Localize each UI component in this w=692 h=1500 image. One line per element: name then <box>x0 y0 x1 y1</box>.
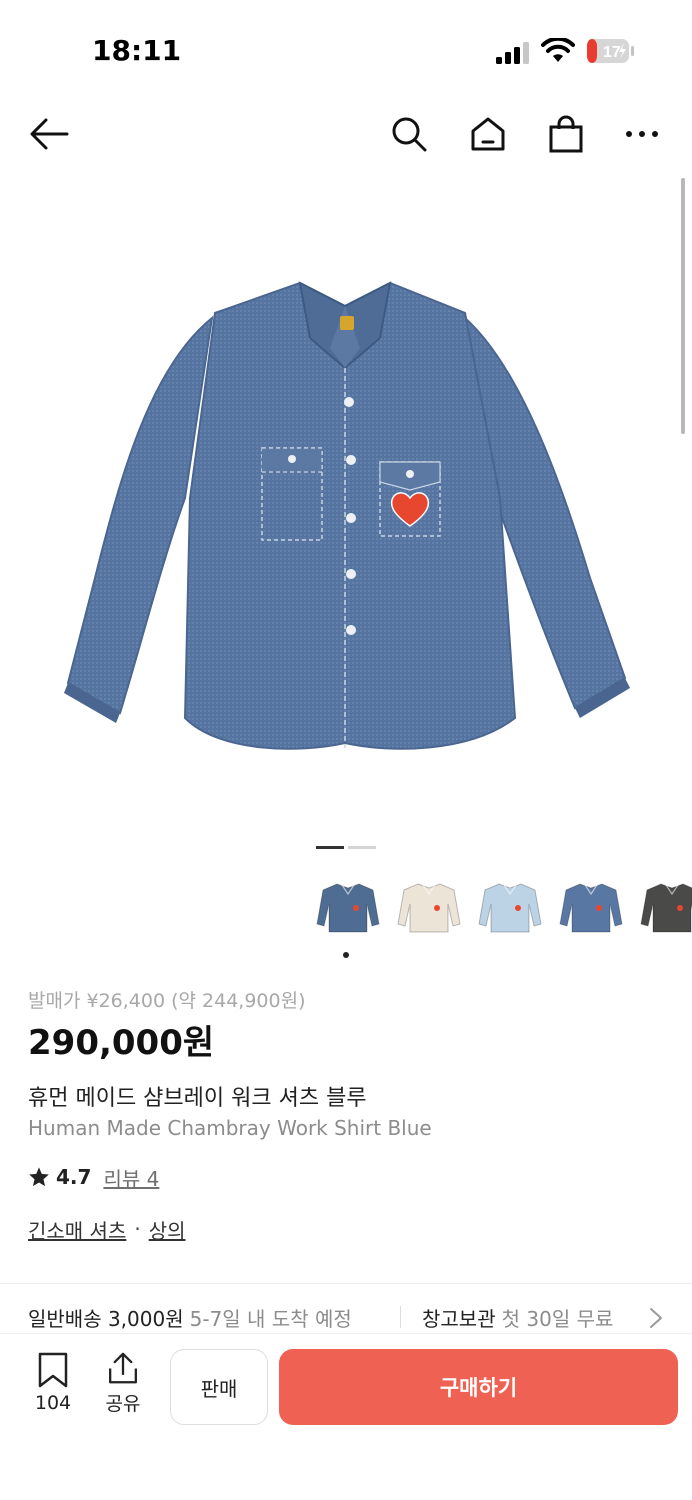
battery-icon: 17 <box>587 39 634 63</box>
release-price: 발매가 ¥26,400 (약 244,900원) <box>28 990 306 1012</box>
search-icon[interactable] <box>387 112 431 156</box>
category-separator: · <box>134 1217 141 1241</box>
more-icon[interactable] <box>620 112 664 156</box>
status-bar: 18:11 17 <box>0 0 692 100</box>
product-image <box>64 281 630 750</box>
shopping-bag-icon[interactable] <box>544 112 588 156</box>
bookmark-count: 104 <box>34 1392 72 1414</box>
shipping-label: 일반배송 3,000원 <box>28 1307 184 1331</box>
shipping-time: 5-7일 내 도착 예정 <box>189 1307 352 1331</box>
thumb-blue-chambray[interactable] <box>310 872 385 944</box>
storage-sub: 첫 30일 무료 <box>501 1307 614 1331</box>
sell-button[interactable]: 판매 <box>170 1349 268 1425</box>
chevron-right-icon[interactable] <box>648 1307 664 1329</box>
pager-dot <box>348 846 376 849</box>
variant-thumbnails <box>310 872 692 944</box>
wifi-icon <box>541 38 575 62</box>
category-row: 긴소매 셔츠 · 상의 <box>28 1214 186 1244</box>
storage-label: 창고보관 <box>422 1307 496 1331</box>
product-name-en: Human Made Chambray Work Shirt Blue <box>28 1116 432 1140</box>
battery-level: 17 <box>603 44 621 61</box>
status-time: 18:11 <box>92 34 182 67</box>
rating-value: 4.7 <box>56 1165 92 1189</box>
thumb-charcoal[interactable] <box>634 872 692 944</box>
bookmark-button[interactable]: 104 <box>23 1352 83 1416</box>
current-price: 290,000원 <box>28 1023 215 1063</box>
review-link[interactable]: 리뷰 4 <box>103 1163 159 1192</box>
shipping-row: 일반배송 3,000원 5-7일 내 도착 예정 창고보관 첫 30일 무료 <box>28 1303 692 1333</box>
share-button[interactable]: 공유 <box>93 1352 153 1416</box>
bookmark-icon <box>38 1352 68 1388</box>
shirt-thumbnail-icon <box>477 883 542 933</box>
shirt-thumbnail-icon <box>558 883 623 933</box>
share-label: 공유 <box>105 1393 141 1415</box>
home-icon[interactable] <box>466 112 510 156</box>
product-image-gallery[interactable] <box>0 178 692 868</box>
shirt-thumbnail-icon <box>315 883 380 933</box>
thumb-light-blue[interactable] <box>472 872 547 944</box>
top-nav-bar <box>0 100 692 166</box>
star-icon <box>29 1167 49 1187</box>
section-divider <box>0 1283 692 1284</box>
category-link-long-sleeve-shirt[interactable]: 긴소매 셔츠 <box>28 1215 126 1244</box>
buy-button[interactable]: 구매하기 <box>279 1349 678 1425</box>
warehouse-storage-link[interactable]: 창고보관 첫 30일 무료 <box>422 1303 613 1332</box>
pager-dot-active <box>316 846 344 849</box>
rating-row: 4.7 리뷰 4 <box>28 1163 159 1191</box>
thumb-ecru[interactable] <box>391 872 466 944</box>
scroll-indicator[interactable] <box>681 178 685 434</box>
thumb-denim-blue[interactable] <box>553 872 628 944</box>
selected-thumb-dot <box>343 952 349 958</box>
product-name-ko: 휴먼 메이드 샴브레이 워크 셔츠 블루 <box>28 1086 367 1111</box>
shirt-thumbnail-icon <box>639 883 692 933</box>
category-link-tops[interactable]: 상의 <box>149 1215 186 1244</box>
gallery-pager <box>316 846 376 849</box>
shipping-separator <box>400 1306 401 1328</box>
signal-icon <box>496 42 529 64</box>
share-icon <box>109 1352 137 1384</box>
back-arrow-icon[interactable] <box>27 112 71 156</box>
shirt-thumbnail-icon <box>396 883 461 933</box>
